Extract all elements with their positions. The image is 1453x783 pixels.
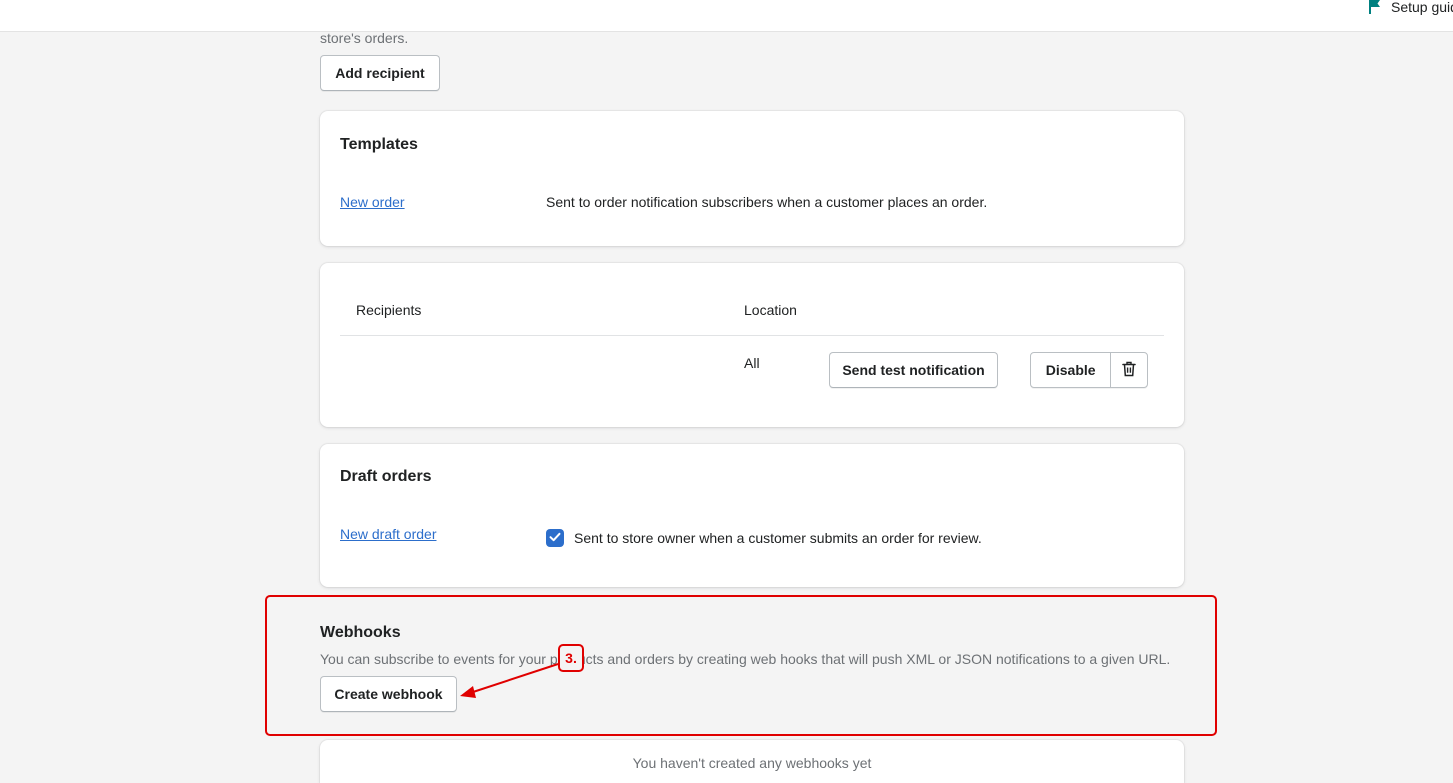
annotation-step-badge: 3. <box>558 644 584 672</box>
annotation-arrow <box>460 663 559 698</box>
